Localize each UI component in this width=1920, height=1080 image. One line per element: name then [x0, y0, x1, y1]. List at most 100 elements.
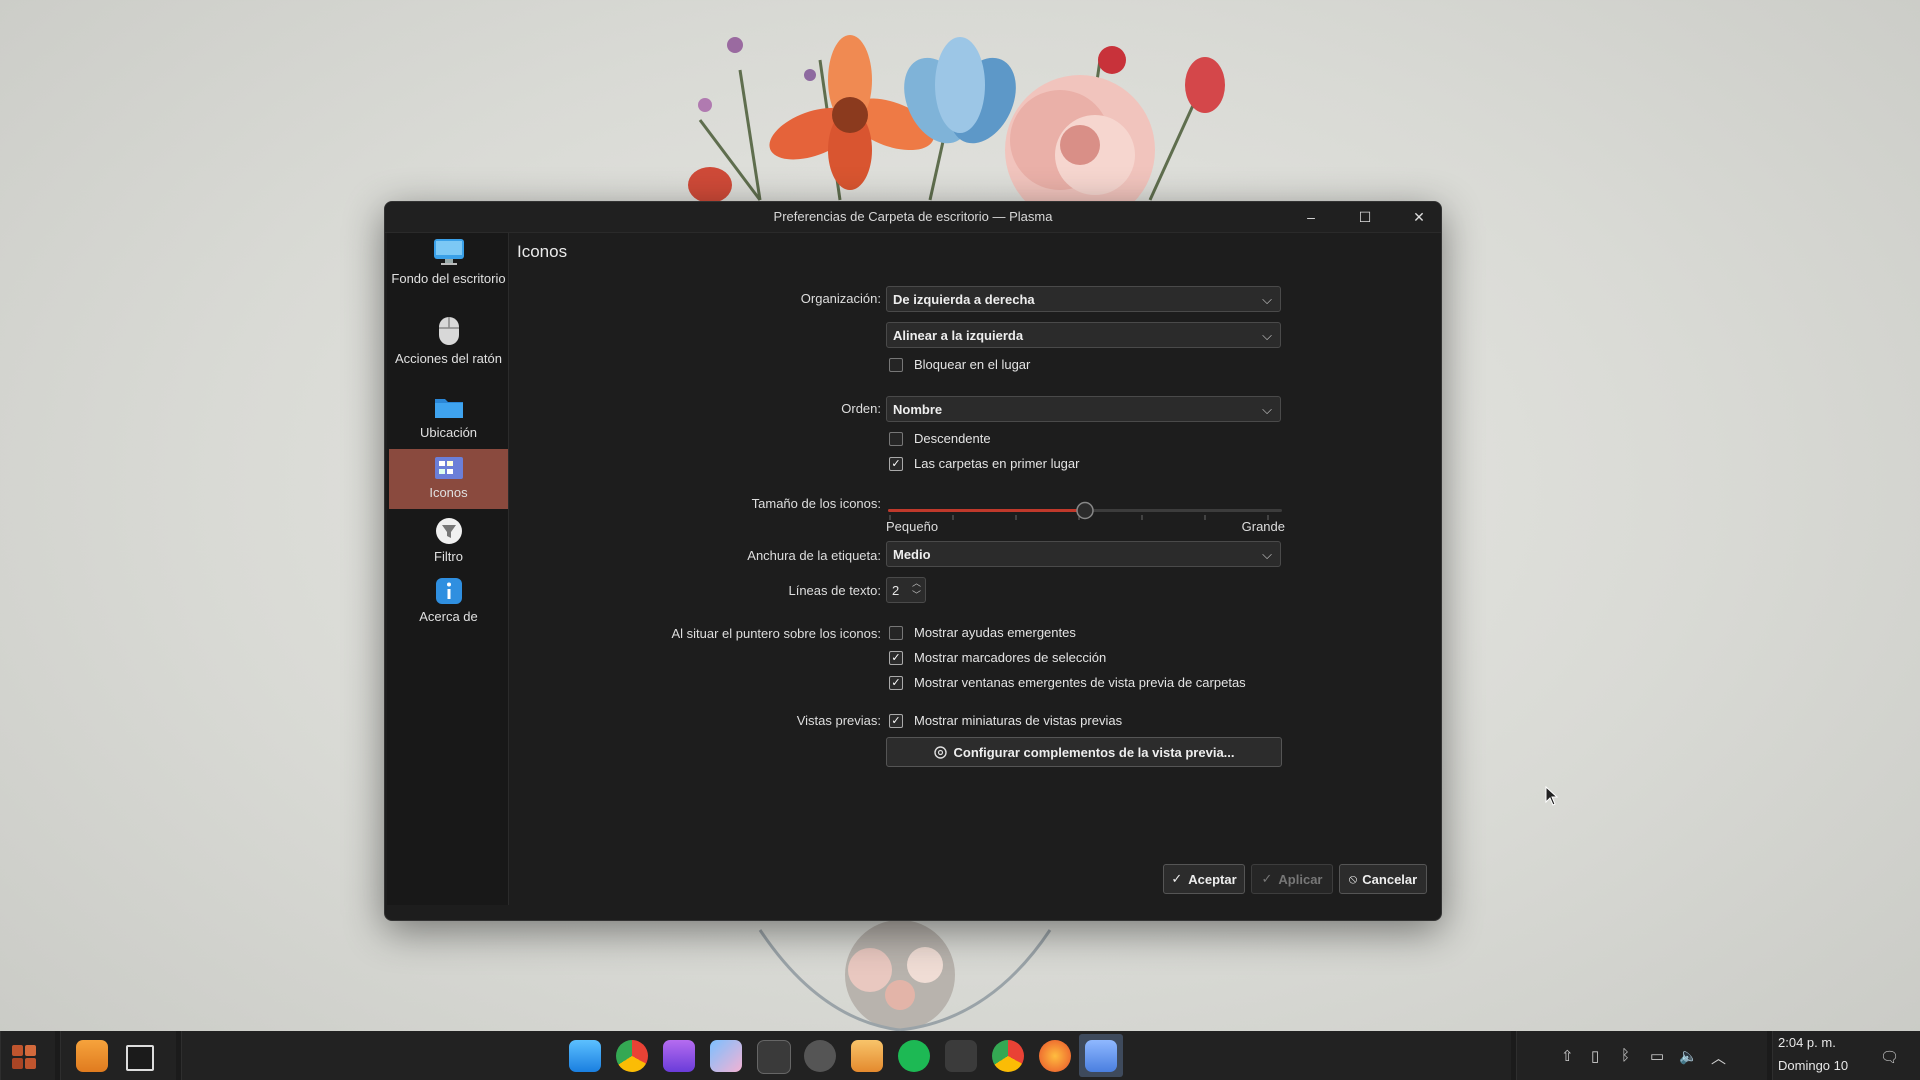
desktop-icon[interactable] — [126, 1045, 154, 1071]
alinear-combo[interactable]: Alinear a la izquierda ⌵ — [886, 322, 1281, 348]
marcadores-checkbox[interactable]: ✓ Mostrar marcadores de selección — [889, 650, 1106, 665]
orden-label: Orden: — [841, 401, 881, 416]
settings-icon[interactable] — [804, 1040, 836, 1072]
checkbox-box[interactable] — [889, 357, 903, 372]
tray-segment — [1516, 1031, 1767, 1080]
organizacion-label: Organización: — [800, 291, 881, 306]
bloquear-checkbox[interactable]: Bloquear en el lugar — [889, 357, 1030, 372]
minimize-button[interactable]: – — [1291, 202, 1331, 232]
aceptar-label: Aceptar — [1188, 871, 1237, 887]
configurar-complementos-button[interactable]: Configurar complementos de la vista prev… — [886, 737, 1282, 767]
checkbox-box[interactable]: ✓ — [889, 713, 903, 728]
chevron-down-icon: ⌵ — [1262, 402, 1272, 417]
terminal-icon[interactable] — [757, 1040, 791, 1074]
mouse-cursor-icon — [1545, 786, 1559, 806]
vistas-label: Vistas previas: — [796, 713, 881, 728]
miniaturas-checkbox[interactable]: ✓ Mostrar miniaturas de vistas previas — [889, 713, 1122, 728]
tamano-max-label: Grande — [1241, 519, 1285, 534]
cancel-icon: ⦸ — [1348, 871, 1358, 886]
title-bar[interactable]: Preferencias de Carpeta de escritorio — … — [385, 202, 1441, 233]
tasks-segment — [181, 1031, 1511, 1080]
sidebar-item-label: Filtro — [434, 549, 463, 564]
alinear-value: Alinear a la izquierda — [893, 328, 1024, 343]
spin-down-icon[interactable]: ﹀ — [912, 588, 921, 601]
firefox-icon[interactable] — [1039, 1040, 1071, 1072]
anchura-value: Medio — [893, 547, 931, 562]
remote-desktop-icon[interactable] — [1085, 1040, 1117, 1072]
sidebar-item-filtro[interactable]: Filtro — [389, 517, 508, 569]
checkbox-box[interactable] — [889, 625, 903, 640]
sidebar-item-label: Acciones del ratón — [395, 351, 502, 366]
chrome-dev-icon[interactable] — [992, 1040, 1024, 1072]
tamano-label: Tamaño de los iconos: — [751, 496, 881, 511]
organizacion-combo[interactable]: De izquierda a derecha ⌵ — [886, 286, 1281, 312]
sidebar-item-acciones[interactable]: Acciones del ratón — [389, 315, 508, 385]
aplicar-button[interactable]: ✓ Aplicar — [1251, 864, 1333, 894]
gear-icon — [934, 745, 948, 759]
anchura-combo[interactable]: Medio ⌵ — [886, 541, 1281, 567]
descendente-label: Descendente — [914, 431, 991, 446]
inkscape-icon[interactable] — [945, 1040, 977, 1072]
network-icon[interactable]: ▭ — [1650, 1047, 1664, 1065]
puntero-label: Al situar el puntero sobre los iconos: — [671, 626, 881, 641]
sidebar-item-iconos[interactable]: Iconos — [389, 449, 508, 509]
chevron-up-icon[interactable]: ︿ — [1711, 1047, 1726, 1068]
lineas-label: Líneas de texto: — [788, 583, 881, 598]
checkbox-box[interactable]: ✓ — [889, 456, 903, 471]
ventanas-label: Mostrar ventanas emergentes de vista pre… — [914, 675, 1246, 690]
orden-value: Nombre — [893, 402, 943, 417]
miniaturas-label: Mostrar miniaturas de vistas previas — [914, 713, 1123, 728]
lineas-spinbox[interactable]: 2 ︿ ﹀ — [886, 577, 926, 603]
ventanas-checkbox[interactable]: ✓ Mostrar ventanas emergentes de vista p… — [889, 675, 1246, 690]
start-menu-icon[interactable] — [10, 1043, 38, 1071]
maximize-button[interactable]: ☐ — [1345, 202, 1385, 232]
sidebar-item-ubicacion[interactable]: Ubicación — [389, 393, 508, 445]
clipboard-icon[interactable]: ▯ — [1591, 1047, 1599, 1065]
aplicar-label: Aplicar — [1278, 871, 1323, 887]
cancelar-button[interactable]: ⦸ Cancelar — [1339, 864, 1427, 894]
sidebar: Fondo del escritorio Acciones del ratón … — [387, 233, 509, 905]
carpetas-checkbox[interactable]: ✓ Las carpetas en primer lugar — [889, 456, 1079, 471]
sidebar-item-label: Ubicación — [419, 425, 478, 440]
finder-icon[interactable] — [569, 1040, 601, 1072]
checkbox-box[interactable] — [889, 431, 903, 446]
marcadores-label: Mostrar marcadores de selección — [914, 650, 1107, 665]
cancelar-label: Cancelar — [1362, 871, 1418, 887]
store-icon[interactable] — [663, 1040, 695, 1072]
clock-time[interactable]: 2:04 p. m. — [1778, 1035, 1836, 1050]
bluetooth-icon[interactable]: ᛒ — [1621, 1047, 1630, 1064]
anchura-label: Anchura de la etiqueta: — [747, 548, 881, 563]
organizacion-value: De izquierda a derecha — [893, 292, 1035, 307]
carpetas-label: Las carpetas en primer lugar — [914, 456, 1080, 471]
page-title: Iconos — [517, 242, 568, 261]
sidebar-item-acerca[interactable]: Acerca de — [389, 577, 508, 629]
checkbox-box[interactable]: ✓ — [889, 650, 903, 665]
file-manager-icon[interactable] — [76, 1040, 108, 1072]
info-icon — [435, 578, 462, 604]
checkbox-box[interactable]: ✓ — [889, 675, 903, 690]
window-title: Preferencias de Carpeta de escritorio — … — [773, 209, 1053, 224]
update-icon[interactable]: ⇧ — [1561, 1047, 1574, 1065]
sidebar-item-label: Acerca de — [419, 609, 478, 624]
notifications-icon[interactable]: 🗨 — [1880, 1048, 1899, 1066]
image-viewer-icon[interactable] — [851, 1040, 883, 1072]
chevron-down-icon: ⌵ — [1262, 292, 1272, 307]
spotify-icon[interactable] — [898, 1040, 930, 1072]
slider-handle[interactable] — [1076, 501, 1094, 520]
sidebar-item-label: Iconos — [429, 485, 468, 500]
chevron-down-icon: ⌵ — [1262, 328, 1272, 343]
photos-icon[interactable] — [710, 1040, 742, 1072]
volume-icon[interactable]: 🔈 — [1679, 1047, 1698, 1065]
configurar-label: Configurar complementos de la vista prev… — [953, 744, 1235, 760]
close-button[interactable]: ✕ — [1399, 202, 1439, 232]
clock-date[interactable]: Domingo 10 — [1778, 1058, 1848, 1073]
ayudas-checkbox[interactable]: Mostrar ayudas emergentes — [889, 625, 1076, 640]
descendente-checkbox[interactable]: Descendente — [889, 431, 991, 446]
check-icon: ✓ — [1171, 871, 1183, 886]
chrome-icon[interactable] — [616, 1040, 648, 1072]
sidebar-item-fondo[interactable]: Fondo del escritorio — [389, 237, 508, 307]
check-icon: ✓ — [1261, 871, 1273, 886]
orden-combo[interactable]: Nombre ⌵ — [886, 396, 1281, 422]
icons-view-icon — [434, 457, 463, 479]
aceptar-button[interactable]: ✓ Aceptar — [1163, 864, 1245, 894]
